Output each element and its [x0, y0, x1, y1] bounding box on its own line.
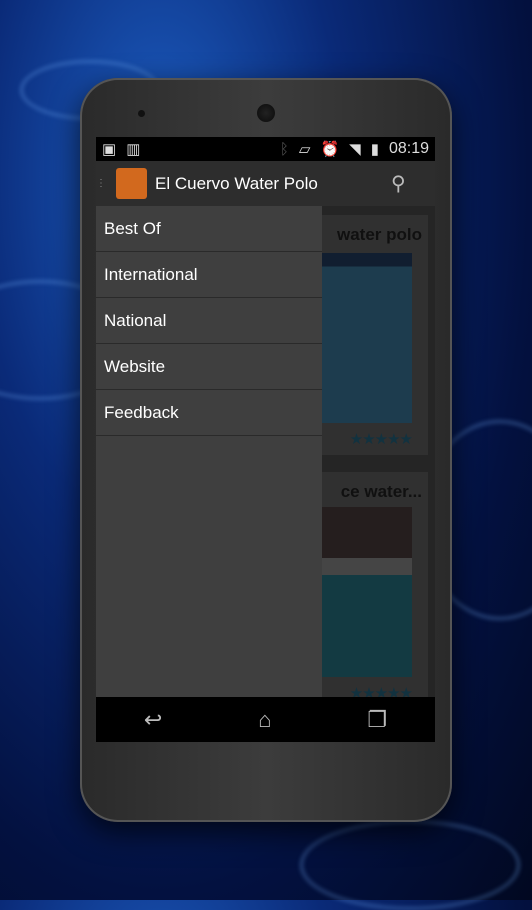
- app-title: El Cuervo Water Polo: [155, 173, 318, 193]
- home-icon[interactable]: ⌂: [258, 707, 271, 733]
- image-icon: ▣: [102, 141, 117, 158]
- screen: ▣ ▥ ᛒ ▱ ⏰ ◥ ▮ 08:19 ⋮ El Cuervo Water Po…: [96, 137, 435, 742]
- barcode-icon: ▥: [126, 141, 141, 158]
- clock: 08:19: [388, 140, 429, 157]
- drawer-indicator-icon[interactable]: ⋮: [96, 178, 106, 189]
- bluetooth-icon: ᛒ: [279, 140, 289, 158]
- recents-icon[interactable]: ❐: [367, 707, 387, 733]
- navigation-drawer: Best Of International National Website F…: [96, 206, 322, 697]
- navigation-bar: ↩ ⌂ ❐: [96, 697, 435, 742]
- action-bar: ⋮ El Cuervo Water Polo ⚲: [96, 161, 435, 206]
- drawer-item-best-of[interactable]: Best Of: [96, 206, 322, 252]
- rotate-icon: ▱: [298, 141, 311, 158]
- drawer-item-international[interactable]: International: [96, 252, 322, 298]
- status-bar: ▣ ▥ ᛒ ▱ ⏰ ◥ ▮ 08:19: [96, 137, 435, 161]
- battery-charging-icon: ▮: [370, 141, 379, 158]
- wifi-icon: ◥: [349, 141, 361, 158]
- app-logo[interactable]: [116, 168, 147, 199]
- drawer-item-website[interactable]: Website: [96, 344, 322, 390]
- alarm-icon: ⏰: [320, 141, 340, 158]
- camera: [138, 110, 145, 117]
- back-icon[interactable]: ↩: [144, 707, 162, 733]
- drawer-item-feedback[interactable]: Feedback: [96, 390, 322, 436]
- search-icon[interactable]: ⚲: [391, 171, 421, 196]
- drawer-item-national[interactable]: National: [96, 298, 322, 344]
- speaker: [257, 104, 275, 122]
